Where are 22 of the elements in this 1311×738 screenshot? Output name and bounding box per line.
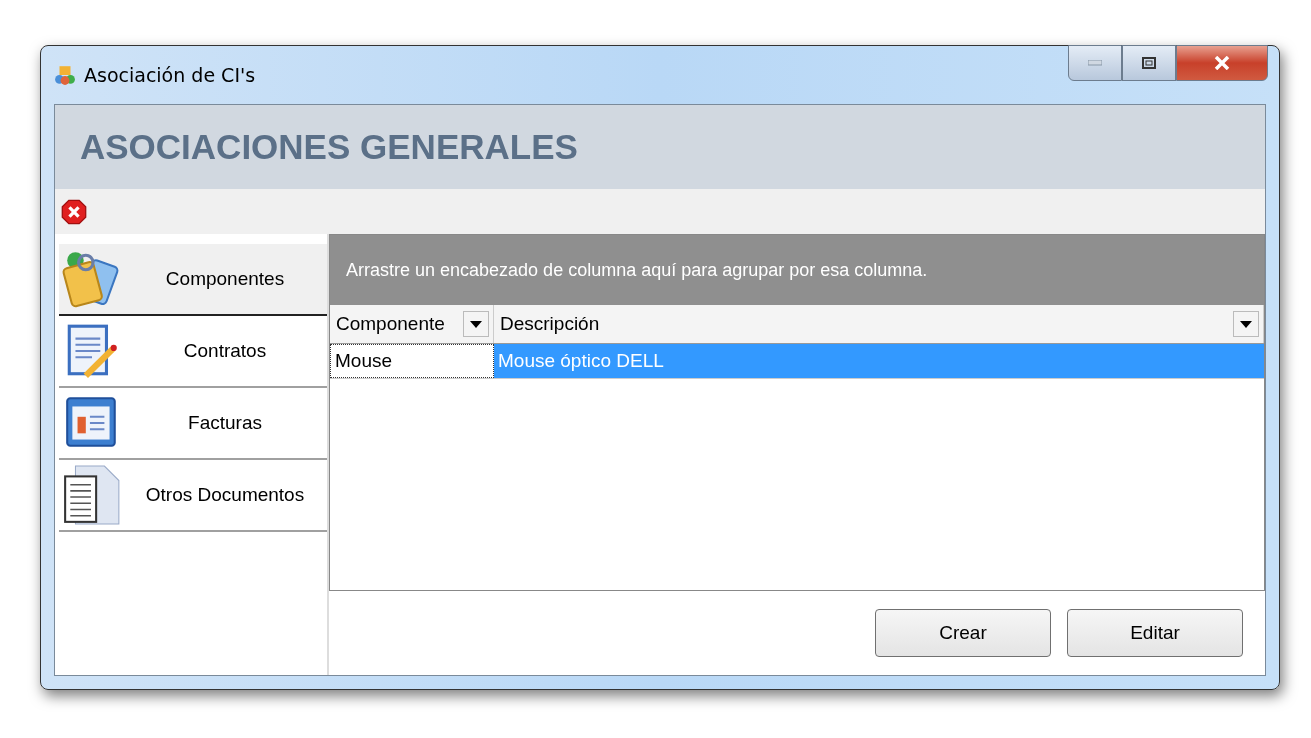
maximize-button[interactable] xyxy=(1122,45,1176,81)
column-header[interactable]: Descripción xyxy=(494,305,1264,343)
close-button[interactable] xyxy=(1176,45,1268,81)
document-icon xyxy=(61,464,123,526)
page-heading: ASOCIACIONES GENERALES xyxy=(80,127,578,167)
cubes-icon xyxy=(54,64,76,86)
sidebar-item[interactable]: Contratos xyxy=(59,316,327,388)
table-cell: Mouse óptico DELL xyxy=(494,344,1264,378)
maximize-icon xyxy=(1142,57,1156,69)
table-row[interactable]: Mouse Mouse óptico DELL xyxy=(330,344,1264,379)
sidebar-item[interactable]: Otros Documentos xyxy=(59,460,327,532)
column-header[interactable]: Componente xyxy=(330,305,494,343)
sidebar-item[interactable]: Facturas xyxy=(59,388,327,460)
group-hint: Arrastre un encabezado de columna aquí para agrupar por esa columna. xyxy=(346,259,928,281)
minimize-icon xyxy=(1088,60,1102,66)
window-title: Asociación de CI's xyxy=(84,64,256,86)
minimize-button[interactable] xyxy=(1068,45,1122,81)
close-icon xyxy=(1214,56,1230,70)
create-button[interactable]: Crear xyxy=(875,609,1051,657)
edit-button[interactable]: Editar xyxy=(1067,609,1243,657)
sidebar-item[interactable]: Componentes xyxy=(59,244,327,316)
close-icon[interactable] xyxy=(61,198,87,225)
